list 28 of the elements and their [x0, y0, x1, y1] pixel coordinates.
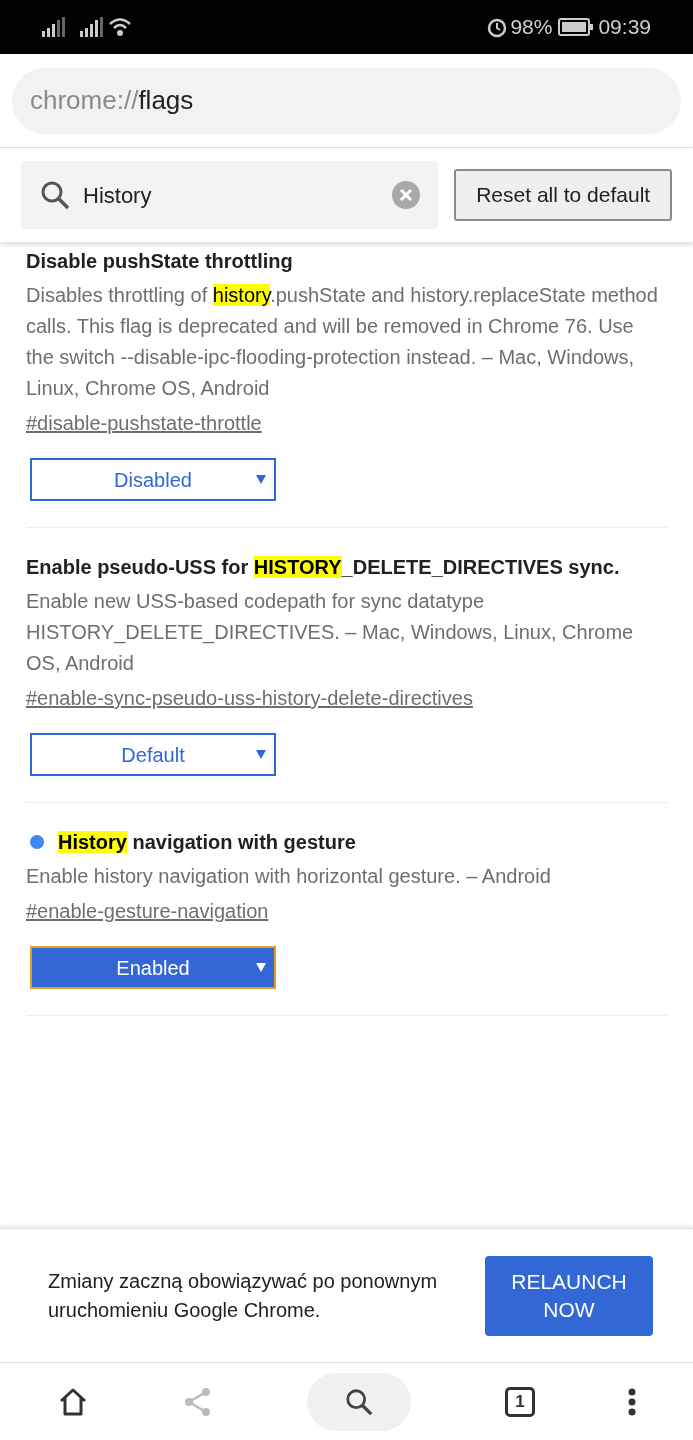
- flag-dropdown[interactable]: Default: [30, 733, 276, 776]
- flag-dropdown[interactable]: Enabled: [30, 946, 276, 989]
- battery-percentage: 98%: [510, 14, 553, 41]
- clock: 09:39: [598, 14, 651, 41]
- flag-dropdown[interactable]: Disabled: [30, 458, 276, 501]
- flag-link[interactable]: #disable-pushstate-throttle: [26, 408, 262, 438]
- tab-switcher-button[interactable]: 1: [504, 1386, 535, 1417]
- relaunch-message: Zmiany zaczną obowiązywać po ponownym uruchomieniu Google Chrome.: [48, 1268, 439, 1323]
- flag-description: Enable history navigation with horizontal gesture. – Android: [26, 864, 552, 889]
- caret-icon: [256, 475, 266, 484]
- flag-title: Disable pushState throttling: [26, 249, 293, 274]
- flag-link[interactable]: #enable-sync-pseudo-uss-history-delete-directives: [26, 683, 473, 713]
- search-icon: [344, 1386, 375, 1417]
- flag-description: Enable new USS-based codepath for sync datatype HISTORY_DELETE_DIRECTIVES. – Mac, Windows, Linux, Chrome OS, Android: [26, 589, 635, 676]
- search-field[interactable]: History: [21, 161, 439, 229]
- reset-button[interactable]: Reset all to default: [454, 169, 672, 221]
- signal-icon: [42, 17, 66, 37]
- flag-link[interactable]: #enable-gesture-navigation: [26, 896, 269, 926]
- signal-icon: [80, 17, 104, 37]
- battery-icon: [558, 18, 595, 36]
- alarm-icon: [486, 16, 509, 38]
- relaunch-button[interactable]: RELAUNCH NOW: [485, 1255, 653, 1336]
- caret-icon: [256, 963, 266, 972]
- search-icon: [39, 179, 71, 211]
- address-bar[interactable]: chrome://flags: [12, 67, 681, 134]
- caret-icon: [256, 750, 266, 759]
- menu-icon[interactable]: [628, 1387, 637, 1416]
- flag-title: History navigation with gesture: [58, 830, 356, 855]
